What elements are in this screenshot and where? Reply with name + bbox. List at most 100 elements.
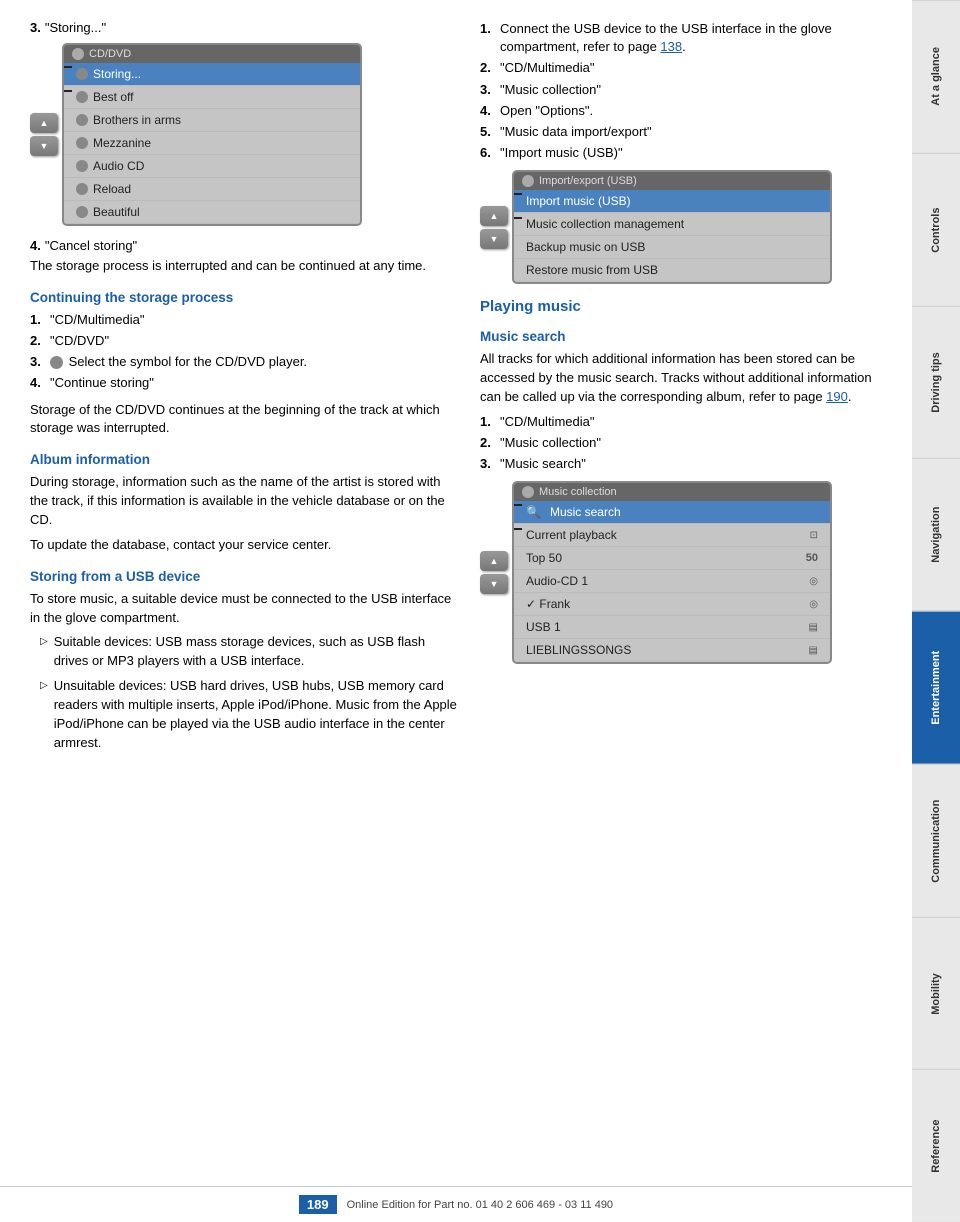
right-sidebar: At a glance Controls Driving tips Naviga… — [912, 0, 960, 1222]
sidebar-tab-label-entertainment: Entertainment — [930, 651, 942, 725]
screen2-item-restore: Restore music from USB — [514, 259, 830, 282]
continuing-step-4: 4. "Continue storing" — [30, 374, 460, 392]
cd-symbol-icon — [50, 356, 63, 369]
continuing-steps-list: 1. "CD/Multimedia" 2. "CD/DVD" 3. Select… — [30, 311, 460, 393]
sidebar-tab-communication[interactable]: Communication — [912, 764, 960, 917]
screen-item-audiocd: Audio CD — [64, 155, 360, 178]
usb-bullet-2: Unsuitable devices: USB hard drives, USB… — [30, 677, 460, 752]
screen2-item-backup: Backup music on USB — [514, 236, 830, 259]
screen2-items: Import music (USB) Music collection mana… — [514, 190, 830, 282]
music-search-steps: 1. "CD/Multimedia" 2. "Music collection"… — [480, 413, 892, 474]
sidebar-tab-reference[interactable]: Reference — [912, 1069, 960, 1222]
step4-number: 4. — [30, 238, 41, 253]
step3-text: "Storing..." — [45, 20, 106, 35]
screen1-cd-icon — [72, 48, 84, 60]
screen1-title-label: CD/DVD — [89, 48, 131, 60]
usb-body1: To store music, a suitable device must b… — [30, 590, 460, 628]
screen2-container: ▲ ▼ Import/export (USB) Import music (US… — [480, 170, 892, 284]
continuing-step-3: 3. Select the symbol for the CD/DVD play… — [30, 353, 460, 371]
import-steps-list: 1. Connect the USB device to the USB int… — [480, 20, 892, 162]
import-step-5: 5. "Music data import/export" — [480, 123, 892, 141]
page-number: 189 — [299, 1195, 337, 1214]
import-step-1: 1. Connect the USB device to the USB int… — [480, 20, 892, 56]
sidebar-tab-label-mobility: Mobility — [930, 973, 942, 1015]
sidebar-tab-mobility[interactable]: Mobility — [912, 917, 960, 1070]
sidebar-tab-label-at-a-glance: At a glance — [930, 48, 942, 107]
sidebar-tab-navigation[interactable]: Navigation — [912, 458, 960, 611]
screen3-item-audiocd1: Audio-CD 1 ◎ — [514, 570, 830, 593]
cd-icon-brothers — [76, 114, 88, 126]
cd-icon-reload — [76, 183, 88, 195]
screen1-title: CD/DVD — [64, 45, 360, 63]
screen2-title-label: Import/export (USB) — [539, 175, 637, 187]
ms-step-1: 1. "CD/Multimedia" — [480, 413, 892, 431]
screen3-nav: ▲ ▼ — [480, 551, 508, 594]
sidebar-tab-at-a-glance[interactable]: At a glance — [912, 0, 960, 153]
screen1-items: Storing... Best off Brothers in arms — [64, 63, 360, 224]
page190-link[interactable]: 190 — [826, 389, 848, 404]
page-wrapper: 3. "Storing..." ▲ ▼ CD/DVD — [0, 0, 960, 1222]
screen2-title: Import/export (USB) — [514, 172, 830, 190]
cd-icon-audiocd — [76, 160, 88, 172]
step3-row: 3. "Storing..." — [30, 20, 460, 35]
cd-icon-storing — [76, 68, 88, 80]
screen2-item-import: Import music (USB) — [514, 190, 830, 213]
music-search-heading: Music search — [480, 329, 892, 344]
sidebar-tab-controls[interactable]: Controls — [912, 153, 960, 306]
continuing-heading: Continuing the storage process — [30, 290, 460, 305]
sidebar-tab-driving-tips[interactable]: Driving tips — [912, 306, 960, 459]
screen3-container: ▲ ▼ Music collection 🔍 Music search — [480, 481, 892, 664]
page-footer: 189 Online Edition for Part no. 01 40 2 … — [0, 1186, 912, 1222]
screen3-title: Music collection — [514, 483, 830, 501]
import-step-3: 3. "Music collection" — [480, 81, 892, 99]
usb-bullets: Suitable devices: USB mass storage devic… — [30, 633, 460, 752]
cd-icon-mezzanine — [76, 137, 88, 149]
sidebar-tab-label-controls: Controls — [930, 207, 942, 252]
screen2-icon — [522, 175, 534, 187]
import-step-6: 6. "Import music (USB)" — [480, 144, 892, 162]
screen3-item-music-search: 🔍 Music search — [514, 501, 830, 524]
screen-item-brothers: Brothers in arms — [64, 109, 360, 132]
page138-link[interactable]: 138 — [660, 39, 682, 54]
screen1-container: ▲ ▼ CD/DVD Storing... — [30, 43, 460, 226]
screen3-nav-up[interactable]: ▲ — [480, 551, 508, 571]
left-column: 3. "Storing..." ▲ ▼ CD/DVD — [30, 20, 460, 1182]
screen-item-bestoff: Best off — [64, 86, 360, 109]
sidebar-tab-label-navigation: Navigation — [930, 507, 942, 563]
screen3-item-usb1: USB 1 ▤ — [514, 616, 830, 639]
screen2-nav-down[interactable]: ▼ — [480, 229, 508, 249]
step4-text: "Cancel storing" — [45, 238, 137, 253]
bracket-annotation — [62, 66, 72, 92]
screen2-item-mgmt: Music collection management — [514, 213, 830, 236]
nav-up-btn[interactable]: ▲ — [30, 113, 58, 133]
import-step-4: 4. Open "Options". — [480, 102, 892, 120]
album-body1: During storage, information such as the … — [30, 473, 460, 530]
screen3-item-lieblingssongs: LIEBLINGSSONGS ▤ — [514, 639, 830, 662]
album-body2: To update the database, contact your ser… — [30, 536, 460, 555]
import-step-2: 2. "CD/Multimedia" — [480, 59, 892, 77]
right-column: 1. Connect the USB device to the USB int… — [480, 20, 892, 1182]
screen-item-storing: Storing... — [64, 63, 360, 86]
sidebar-tab-entertainment[interactable]: Entertainment — [912, 611, 960, 764]
usb-heading: Storing from a USB device — [30, 569, 460, 584]
step4-row: 4. "Cancel storing" — [30, 238, 460, 253]
storage-interrupt-text: The storage process is interrupted and c… — [30, 257, 460, 276]
screen3-icon — [522, 486, 534, 498]
screen2-nav-up[interactable]: ▲ — [480, 206, 508, 226]
screen-item-reload: Reload — [64, 178, 360, 201]
screen3-item-frank: ✓ Frank ◎ — [514, 593, 830, 616]
footer-text: Online Edition for Part no. 01 40 2 606 … — [347, 1199, 613, 1211]
main-content: 3. "Storing..." ▲ ▼ CD/DVD — [0, 0, 912, 1222]
screen1-box: CD/DVD Storing... Best off — [62, 43, 362, 226]
cd-icon-bestoff — [76, 91, 88, 103]
usb-bullet-1: Suitable devices: USB mass storage devic… — [30, 633, 460, 671]
nav-down-btn[interactable]: ▼ — [30, 136, 58, 156]
music-search-body: All tracks for which additional informat… — [480, 350, 892, 407]
screen2-nav: ▲ ▼ — [480, 206, 508, 249]
screen2-box: Import/export (USB) Import music (USB) M… — [512, 170, 832, 284]
screen3-nav-down[interactable]: ▼ — [480, 574, 508, 594]
continuing-body: Storage of the CD/DVD continues at the b… — [30, 401, 460, 439]
sidebar-tab-label-reference: Reference — [930, 1120, 942, 1173]
cd-icon-beautiful — [76, 206, 88, 218]
nav-arrows-left: ▲ ▼ — [30, 113, 58, 156]
